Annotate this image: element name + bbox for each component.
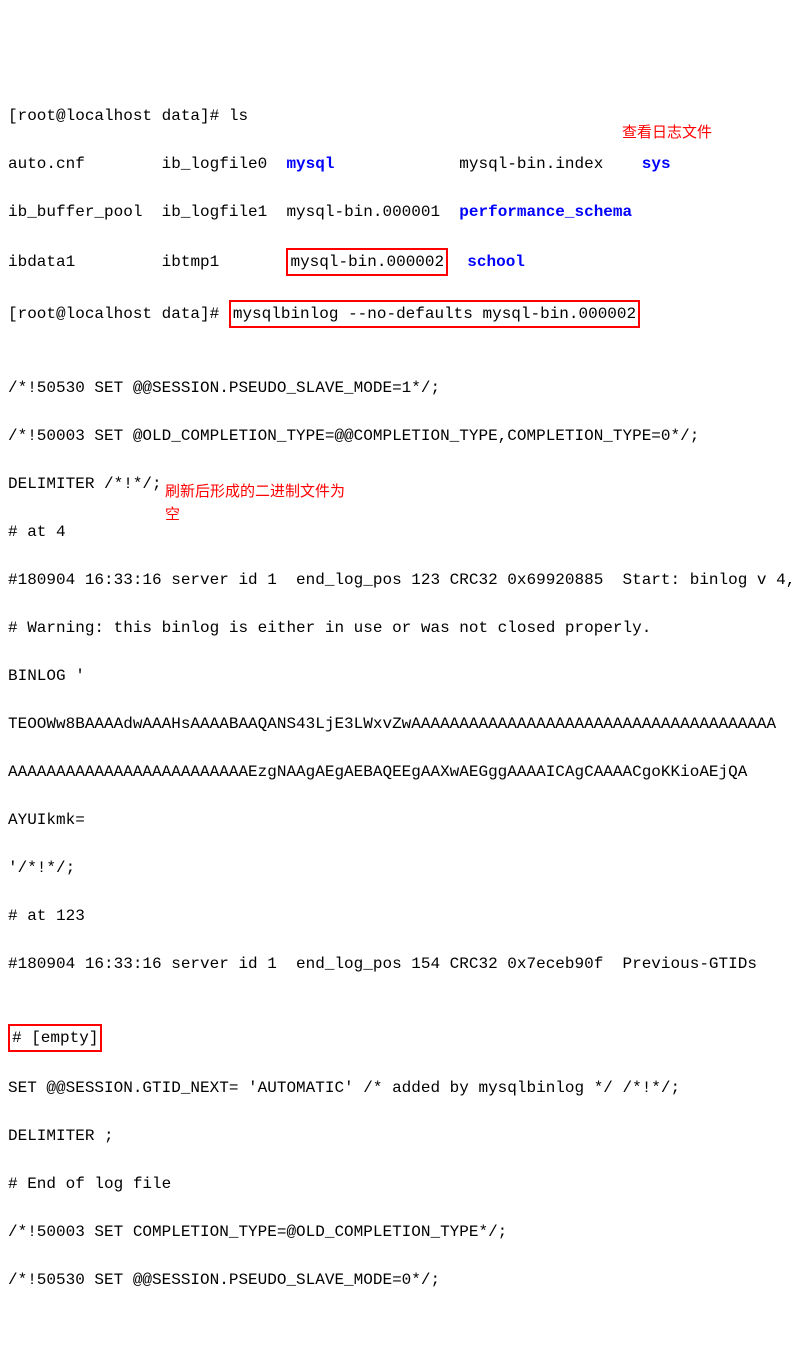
file-mysql-bin-000001: mysql-bin.000001 (286, 203, 440, 221)
output-line: SET @@SESSION.GTID_NEXT= 'AUTOMATIC' /* … (8, 1076, 797, 1100)
output-line: /*!50003 SET COMPLETION_TYPE=@OLD_COMPLE… (8, 1220, 797, 1244)
highlight-mysqlbinlog-cmd: mysqlbinlog --no-defaults mysql-bin.0000… (229, 300, 640, 328)
dir-sys: sys (642, 155, 671, 173)
ls-output-row-3: ibdata1 ibtmp1 mysql-bin.000002 school (8, 248, 797, 276)
output-line: # at 123 (8, 904, 797, 928)
output-line: BINLOG ' (8, 664, 797, 688)
prompt: [root@localhost data]# (8, 305, 229, 323)
dir-performance-schema: performance_schema (459, 203, 632, 221)
ls-output-row-1: auto.cnf ib_logfile0 mysql mysql-bin.ind… (8, 152, 797, 176)
output-line: /*!50530 SET @@SESSION.PSEUDO_SLAVE_MODE… (8, 376, 797, 400)
annotation-empty-binlog: 刷新后形成的二进制文件为空 (165, 481, 345, 526)
output-line: AAAAAAAAAAAAAAAAAAAAAAAAAEzgNAAgAEgAEBAQ… (8, 760, 797, 784)
file-ib-logfile1: ib_logfile1 (162, 203, 268, 221)
highlight-mysql-bin-000002: mysql-bin.000002 (286, 248, 448, 276)
prompt: [root@localhost data]# (8, 107, 229, 125)
annotation-view-log: 查看日志文件 (622, 122, 712, 145)
file-ib-buffer-pool: ib_buffer_pool (8, 203, 142, 221)
output-line: # End of log file (8, 1172, 797, 1196)
terminal-line-cmd: [root@localhost data]# mysqlbinlog --no-… (8, 300, 797, 328)
file-ibtmp1: ibtmp1 (162, 253, 220, 271)
file-auto-cnf: auto.cnf (8, 155, 85, 173)
dir-mysql: mysql (286, 155, 334, 173)
highlight-empty: # [empty] (8, 1024, 102, 1052)
output-line: DELIMITER /*!*/; (8, 472, 797, 496)
output-line: DELIMITER ; (8, 1124, 797, 1148)
output-line: AYUIkmk= (8, 808, 797, 832)
output-line-empty: # [empty] (8, 1024, 797, 1052)
output-line: TEOOWw8BAAAAdwAAAHsAAAABAAQANS43LjE3LWxv… (8, 712, 797, 736)
dir-school: school (467, 253, 525, 271)
ls-output-row-2: ib_buffer_pool ib_logfile1 mysql-bin.000… (8, 200, 797, 224)
output-line: # Warning: this binlog is either in use … (8, 616, 797, 640)
output-line: # at 4 (8, 520, 797, 544)
file-ib-logfile0: ib_logfile0 (162, 155, 268, 173)
output-line: '/*!*/; (8, 856, 797, 880)
command-ls: ls (229, 107, 248, 125)
file-ibdata1: ibdata1 (8, 253, 75, 271)
output-line: /*!50003 SET @OLD_COMPLETION_TYPE=@@COMP… (8, 424, 797, 448)
output-line: #180904 16:33:16 server id 1 end_log_pos… (8, 568, 797, 592)
file-mysql-bin-index: mysql-bin.index (459, 155, 603, 173)
output-line: /*!50530 SET @@SESSION.PSEUDO_SLAVE_MODE… (8, 1268, 797, 1292)
output-line: #180904 16:33:16 server id 1 end_log_pos… (8, 952, 797, 976)
